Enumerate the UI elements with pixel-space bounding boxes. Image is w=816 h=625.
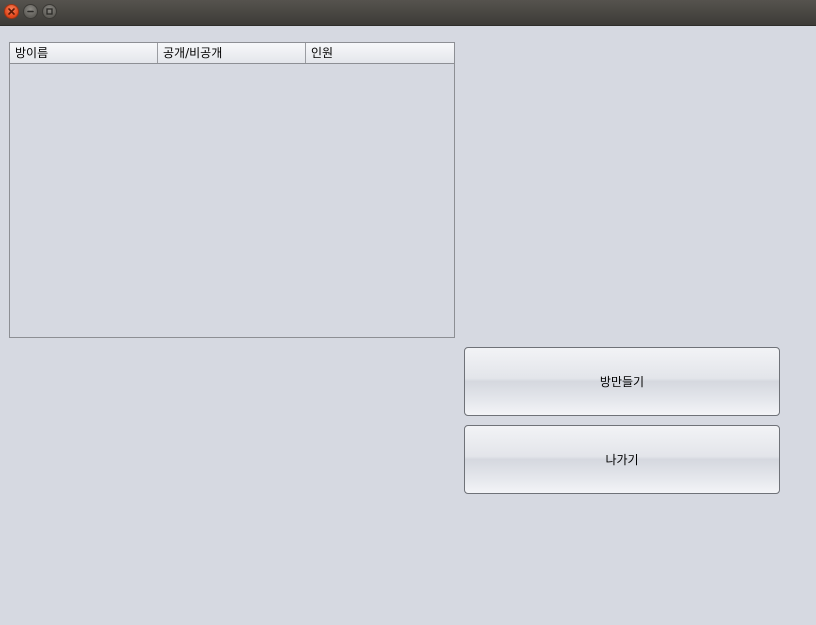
- column-header-room-name[interactable]: 방이름: [10, 43, 158, 63]
- table-body[interactable]: [10, 64, 454, 337]
- table-header: 방이름 공개/비공개 인원: [10, 43, 454, 64]
- exit-button[interactable]: 나가기: [464, 425, 780, 494]
- minimize-icon: [27, 10, 34, 13]
- minimize-window-button[interactable]: [23, 4, 38, 19]
- room-list-table[interactable]: 방이름 공개/비공개 인원: [9, 42, 455, 338]
- maximize-icon: [46, 8, 53, 15]
- app-window: 방이름 공개/비공개 인원 방만들기 나가기: [0, 0, 816, 625]
- create-room-button[interactable]: 방만들기: [464, 347, 780, 416]
- exit-button-label: 나가기: [605, 453, 639, 467]
- column-header-visibility[interactable]: 공개/비공개: [158, 43, 306, 63]
- column-header-members[interactable]: 인원: [306, 43, 454, 63]
- close-icon: [8, 8, 15, 15]
- maximize-window-button[interactable]: [42, 4, 57, 19]
- create-room-button-label: 방만들기: [599, 375, 645, 389]
- title-bar: [0, 0, 816, 26]
- close-window-button[interactable]: [4, 4, 19, 19]
